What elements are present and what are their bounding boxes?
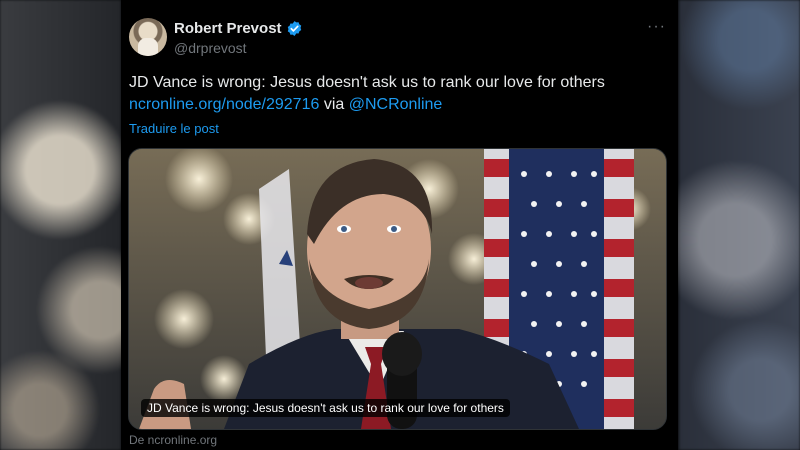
- post-text: JD Vance is wrong: Jesus doesn't ask us …: [129, 72, 669, 116]
- author-name[interactable]: Robert Prevost: [174, 20, 282, 37]
- avatar[interactable]: [129, 18, 167, 56]
- card-source[interactable]: De ncronline.org: [129, 433, 217, 447]
- author-handle[interactable]: @drprevost: [174, 40, 247, 56]
- mention-link[interactable]: @NCRonline: [349, 96, 443, 113]
- translate-post-link[interactable]: Traduire le post: [129, 121, 219, 136]
- verified-badge-icon: [287, 21, 301, 36]
- link-card-image[interactable]: JD Vance is wrong: Jesus doesn't ask us …: [128, 148, 667, 430]
- post-body: JD Vance is wrong: Jesus doesn't ask us …: [129, 74, 605, 91]
- photo-illustration: [129, 149, 666, 429]
- card-caption: JD Vance is wrong: Jesus doesn't ask us …: [141, 399, 510, 417]
- article-link[interactable]: ncronline.org/node/292716: [129, 96, 319, 113]
- author-row: Robert Prevost: [174, 20, 303, 37]
- via-text: via: [319, 96, 349, 113]
- tweet-card[interactable]: Robert Prevost @drprevost ··· JD Vance i…: [121, 0, 678, 450]
- more-options-icon[interactable]: ···: [647, 18, 666, 36]
